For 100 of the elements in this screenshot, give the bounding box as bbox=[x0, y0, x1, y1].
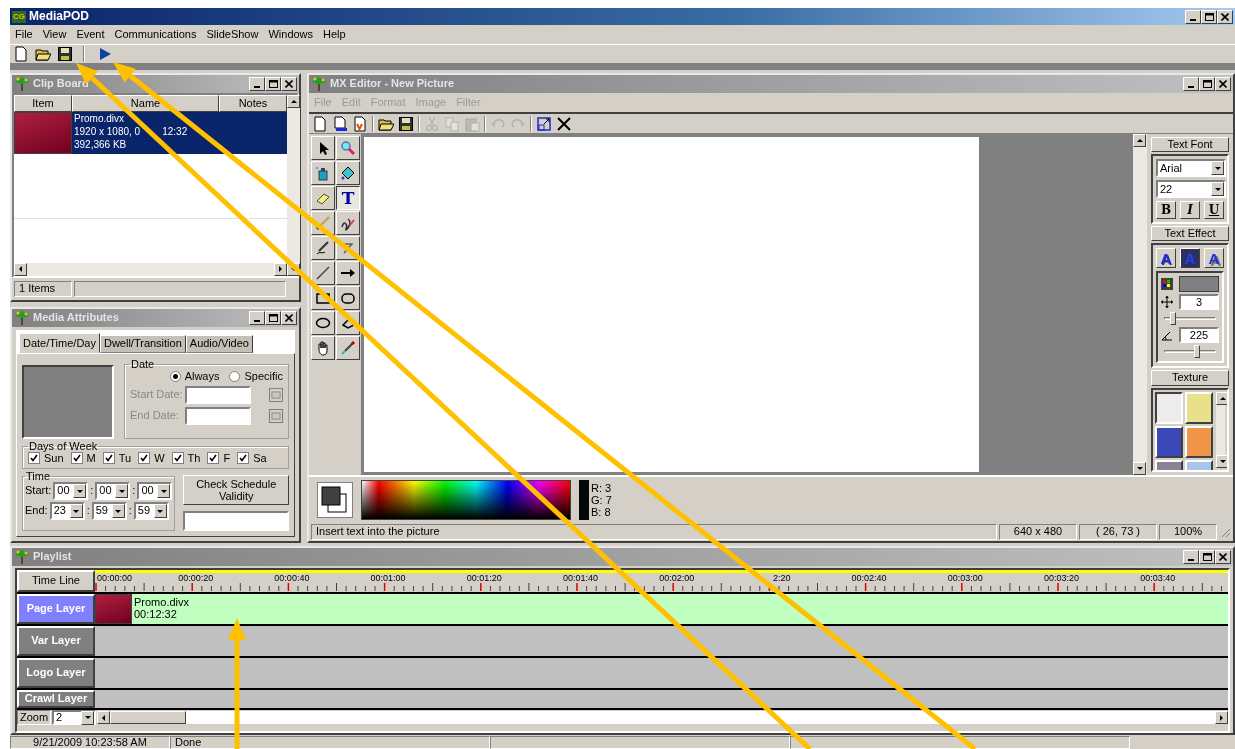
scroll-arrow-icon[interactable] bbox=[1220, 714, 1223, 721]
slider-thumb[interactable] bbox=[1169, 312, 1176, 326]
scroll-arrow-button[interactable] bbox=[14, 262, 27, 276]
dropdown-arrow-icon[interactable] bbox=[115, 509, 122, 513]
play-icon[interactable] bbox=[97, 46, 113, 62]
pen-tool-button[interactable] bbox=[311, 236, 335, 260]
slider-track[interactable] bbox=[1161, 312, 1219, 326]
time-dropdown[interactable]: 00 bbox=[53, 482, 89, 500]
spray-tool-button[interactable] bbox=[311, 161, 335, 185]
save-icon[interactable] bbox=[57, 46, 73, 62]
line-tool-button[interactable] bbox=[311, 261, 335, 285]
scroll-arrow-icon[interactable] bbox=[1136, 139, 1143, 142]
column-header[interactable]: Item bbox=[14, 95, 72, 112]
scroll-arrow-button[interactable] bbox=[97, 711, 110, 724]
color-swatches-icon[interactable] bbox=[317, 482, 353, 518]
maximize-button[interactable] bbox=[1199, 77, 1215, 91]
column-header[interactable]: Notes bbox=[219, 95, 287, 112]
scroll-arrow-button[interactable] bbox=[287, 95, 300, 108]
scroll-arrow-button[interactable] bbox=[1216, 455, 1227, 468]
dropdown-arrow-icon[interactable] bbox=[73, 509, 80, 513]
scroll-arrow-icon[interactable] bbox=[1219, 396, 1226, 400]
texture-swatch[interactable] bbox=[1155, 391, 1183, 424]
close-button[interactable] bbox=[281, 77, 297, 91]
arrow-tool-button[interactable] bbox=[336, 261, 360, 285]
new-page-icon[interactable] bbox=[312, 115, 328, 132]
minimize-button[interactable] bbox=[1183, 550, 1199, 564]
minimize-button[interactable] bbox=[249, 310, 265, 325]
bold-button[interactable]: B bbox=[1156, 201, 1176, 220]
minimize-button[interactable] bbox=[1183, 77, 1199, 91]
dropdown-arrow-icon[interactable] bbox=[118, 489, 125, 493]
horizontal-scrollbar[interactable] bbox=[14, 262, 287, 276]
save-icon[interactable] bbox=[398, 115, 414, 132]
timeline-button[interactable]: Time Line bbox=[17, 570, 95, 592]
scroll-arrow-button[interactable] bbox=[1216, 391, 1227, 405]
tab[interactable]: Dwell/Transition bbox=[99, 334, 186, 353]
color-spectrum[interactable] bbox=[361, 480, 571, 520]
tab[interactable]: Audio/Video bbox=[185, 334, 253, 353]
time-dropdown[interactable]: 59 bbox=[133, 502, 169, 520]
page-with-mark-icon[interactable] bbox=[352, 115, 368, 132]
zoom-dropdown[interactable]: 2 bbox=[52, 710, 96, 725]
check-schedule-button[interactable]: Check Schedule Validity bbox=[183, 475, 289, 505]
layer-button[interactable]: Logo Layer bbox=[17, 658, 95, 688]
scroll-arrow-button[interactable] bbox=[1215, 711, 1228, 724]
slider-track[interactable] bbox=[1161, 345, 1219, 359]
layer-button[interactable]: Var Layer bbox=[17, 626, 95, 656]
maximize-button[interactable] bbox=[265, 77, 281, 91]
menu-item[interactable]: SlideShow bbox=[201, 27, 264, 42]
italic-button[interactable]: I bbox=[1180, 201, 1200, 220]
menu-item[interactable]: Communications bbox=[109, 27, 202, 42]
menu-item[interactable]: View bbox=[37, 27, 72, 42]
date-field[interactable] bbox=[185, 386, 251, 404]
time-dropdown[interactable]: 00 bbox=[137, 482, 173, 500]
maximize-button[interactable] bbox=[265, 310, 281, 325]
shadow-color-swatch[interactable] bbox=[1179, 276, 1219, 293]
dropdown-arrow-icon[interactable] bbox=[76, 489, 83, 493]
scroll-arrow-icon[interactable] bbox=[1136, 467, 1143, 470]
close-icon[interactable] bbox=[556, 115, 572, 132]
dropdown-arrow-icon[interactable] bbox=[84, 716, 91, 719]
time-dropdown[interactable]: 59 bbox=[91, 502, 127, 520]
vertical-scrollbar[interactable] bbox=[287, 95, 300, 276]
font-dropdown[interactable]: Arial bbox=[1156, 159, 1226, 178]
outline-effect-button[interactable]: A bbox=[1156, 248, 1176, 269]
scroll-arrow-icon[interactable] bbox=[279, 266, 282, 273]
slider-thumb[interactable] bbox=[1193, 345, 1200, 359]
pencil-tool-button[interactable] bbox=[336, 211, 360, 235]
clip-row[interactable]: Promo.divx 1920 x 1080, 0 12:32 392,366 KB bbox=[14, 112, 287, 154]
vertical-scrollbar[interactable] bbox=[1133, 134, 1147, 475]
scroll-arrow-button[interactable] bbox=[1133, 462, 1146, 475]
resize-grip-icon[interactable] bbox=[1219, 526, 1231, 538]
calendar-icon[interactable] bbox=[269, 388, 283, 402]
horizontal-scrollbar[interactable] bbox=[97, 711, 1228, 724]
scroll-arrow-icon[interactable] bbox=[290, 100, 297, 103]
page-with-bar-icon[interactable] bbox=[332, 115, 348, 132]
close-button[interactable] bbox=[1217, 9, 1233, 24]
underline-button[interactable]: U bbox=[1204, 201, 1224, 220]
dropdown-arrow-icon[interactable] bbox=[1214, 187, 1221, 191]
maximize-button[interactable] bbox=[1199, 550, 1215, 564]
hand-tool-button[interactable] bbox=[311, 336, 335, 360]
ellipse-tool-button[interactable] bbox=[311, 311, 335, 335]
angle-field[interactable]: 225 bbox=[1179, 327, 1219, 344]
scroll-arrow-icon[interactable] bbox=[1219, 460, 1226, 463]
maximize-button[interactable] bbox=[1201, 9, 1217, 24]
time-dropdown[interactable]: 23 bbox=[49, 502, 85, 520]
new-page-icon[interactable] bbox=[13, 46, 29, 62]
distance-field[interactable]: 3 bbox=[1179, 294, 1219, 311]
timeline-ruler[interactable]: 00:00:00 00:00:20 00:00:40 00:01:00 00:01:20 00:01:40 00:02:00 2:20 00:02:40 00:03:00 00:03:20 00:03:40 bbox=[95, 570, 1228, 592]
vertical-scrollbar[interactable] bbox=[1216, 391, 1225, 468]
close-button[interactable] bbox=[1215, 550, 1231, 564]
menu-item[interactable]: File bbox=[10, 27, 38, 42]
scroll-arrow-icon[interactable] bbox=[102, 714, 105, 721]
dropdown-arrow-icon[interactable] bbox=[160, 489, 167, 493]
open-folder-icon[interactable] bbox=[35, 46, 51, 62]
minimize-button[interactable] bbox=[249, 77, 265, 91]
menu-item[interactable]: Help bbox=[318, 27, 351, 42]
color-picker-icon[interactable] bbox=[1161, 278, 1173, 291]
roundrect-tool-button[interactable] bbox=[336, 286, 360, 310]
menu-item[interactable]: Windows bbox=[263, 27, 319, 42]
date-field[interactable] bbox=[185, 407, 251, 425]
pointer-tool-button[interactable] bbox=[311, 136, 335, 160]
close-button[interactable] bbox=[1215, 77, 1231, 91]
